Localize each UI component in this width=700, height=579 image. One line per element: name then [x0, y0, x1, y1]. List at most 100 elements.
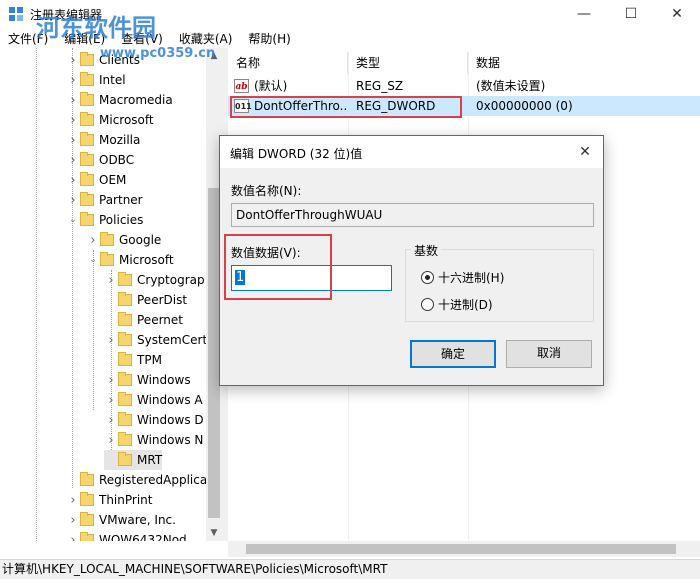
chevron-right-icon[interactable]: ›: [104, 373, 118, 388]
chevron-right-icon[interactable]: ›: [66, 73, 80, 88]
chevron-right-icon[interactable]: ›: [66, 93, 80, 108]
tree-item[interactable]: MRT: [104, 450, 163, 470]
ok-button[interactable]: 确定: [410, 340, 496, 368]
folder-icon: [80, 472, 94, 486]
tree-item[interactable]: PeerDist: [104, 290, 187, 310]
list-scroll-thumb[interactable]: [246, 544, 676, 554]
tree-item[interactable]: › Macromedia: [66, 90, 173, 110]
chevron-right-icon[interactable]: ›: [104, 413, 118, 428]
folder-icon: [118, 392, 132, 406]
chevron-down-icon[interactable]: ⌄: [86, 255, 100, 265]
tree-item-label: WOW6432Nod: [99, 533, 187, 541]
tree-item-label: OEM: [99, 173, 127, 187]
chevron-down-icon[interactable]: ⌄: [66, 215, 80, 225]
tree-guide-line: [93, 250, 94, 410]
chevron-right-icon[interactable]: ›: [86, 233, 100, 248]
chevron-right-icon[interactable]: ›: [66, 173, 80, 188]
string-value-icon: ab: [234, 79, 249, 93]
folder-icon: [80, 192, 94, 206]
registry-tree[interactable]: › Clients › Intel › Macromedia › Microsoft › Mozi…: [0, 48, 222, 541]
tree-item-label: PeerDist: [137, 293, 188, 307]
tree-item[interactable]: › Google: [86, 230, 161, 250]
tree-item[interactable]: › Windows A: [104, 390, 203, 410]
folder-icon: [118, 312, 132, 326]
tree-item-label: ODBC: [99, 153, 135, 167]
minimize-icon: —: [577, 6, 591, 22]
tree-item-label: Partner: [99, 193, 143, 207]
folder-icon: [80, 72, 94, 86]
tree-item-label: ThinPrint: [99, 493, 153, 507]
tree-item[interactable]: TPM: [104, 350, 162, 370]
tree-item[interactable]: › Cryptograp: [104, 270, 205, 290]
folder-icon: [118, 372, 132, 386]
tree-item[interactable]: ⌄ Policies: [66, 210, 143, 230]
tree-item[interactable]: › ODBC: [66, 150, 134, 170]
maximize-icon: ☐: [624, 6, 638, 22]
tree-item-label: Policies: [99, 213, 144, 227]
chevron-right-icon[interactable]: ›: [104, 333, 118, 348]
maximize-button[interactable]: ☐: [608, 0, 654, 28]
tree-item[interactable]: › WOW6432Nod: [66, 530, 187, 541]
tree-item[interactable]: Peernet: [104, 310, 183, 330]
column-header-name[interactable]: 名称: [228, 52, 348, 74]
tree-item[interactable]: RegisteredApplica: [66, 470, 207, 490]
dialog-close-icon[interactable]: ✕: [575, 142, 595, 162]
tree-item[interactable]: › Partner: [66, 190, 143, 210]
column-header-data[interactable]: 数据: [468, 52, 700, 74]
radio-hex[interactable]: 十六进制(H): [421, 269, 504, 286]
chevron-right-icon[interactable]: ›: [66, 133, 80, 148]
chevron-right-icon[interactable]: ›: [66, 513, 80, 528]
chevron-right-icon[interactable]: ›: [66, 193, 80, 208]
folder-icon: [80, 92, 94, 106]
tree-item[interactable]: › Mozilla: [66, 130, 140, 150]
radio-decimal-label: 十进制(D): [438, 298, 493, 312]
folder-icon: [118, 412, 132, 426]
value-row-default[interactable]: ab (默认) REG_SZ (数值未设置): [228, 76, 700, 96]
folder-icon: [118, 452, 132, 466]
folder-icon: [118, 292, 132, 306]
chevron-right-icon[interactable]: ›: [66, 113, 80, 128]
tree-item-label: Microsoft: [99, 113, 154, 127]
tree-item-label: RegisteredApplica: [99, 473, 208, 487]
close-button[interactable]: ✕: [654, 0, 700, 28]
list-horizontal-scrollbar[interactable]: [228, 541, 700, 557]
radio-decimal[interactable]: 十进制(D): [421, 296, 493, 313]
folder-icon: [118, 332, 132, 346]
tree-item[interactable]: › Intel: [66, 70, 126, 90]
menu-help[interactable]: 帮助(H): [240, 28, 298, 48]
tree-item[interactable]: › Windows N: [104, 430, 203, 450]
tree-item[interactable]: › Windows D: [104, 410, 204, 430]
value-name-field: DontOfferThroughWUAU: [231, 203, 594, 227]
tree-item[interactable]: › ThinPrint: [66, 490, 152, 510]
column-header-type[interactable]: 类型: [348, 52, 468, 74]
chevron-right-icon[interactable]: ›: [66, 153, 80, 168]
tree-item[interactable]: › Windows: [104, 370, 191, 390]
tree-item-label: TPM: [137, 353, 162, 367]
scroll-down-icon[interactable]: ▼: [206, 525, 222, 541]
chevron-right-icon[interactable]: ›: [104, 273, 118, 288]
chevron-right-icon[interactable]: ›: [104, 433, 118, 448]
folder-icon: [80, 52, 94, 66]
tree-item[interactable]: › Microsoft: [66, 110, 154, 130]
folder-icon: [118, 272, 132, 286]
menu-favorites[interactable]: 收藏夹(A): [171, 28, 241, 48]
folder-icon: [80, 512, 94, 526]
tree-item[interactable]: ⌄ Microsoft: [86, 250, 174, 270]
tree-item-label: Intel: [99, 73, 126, 87]
folder-icon: [80, 492, 94, 506]
folder-icon: [118, 352, 132, 366]
chevron-right-icon[interactable]: ›: [66, 493, 80, 508]
tree-item[interactable]: › SystemCert: [104, 330, 207, 350]
tree-item[interactable]: › OEM: [66, 170, 126, 190]
tree-item[interactable]: › VMware, Inc.: [66, 510, 176, 530]
folder-icon: [80, 172, 94, 186]
cancel-button[interactable]: 取消: [506, 340, 592, 368]
folder-icon: [80, 112, 94, 126]
dialog-title-bar: 编辑 DWORD (32 位)值 ✕: [220, 136, 603, 168]
chevron-right-icon[interactable]: ›: [66, 533, 80, 542]
tree-item-label: Cryptograp: [137, 273, 205, 287]
chevron-right-icon[interactable]: ›: [66, 53, 80, 68]
chevron-right-icon[interactable]: ›: [104, 393, 118, 408]
minimize-button[interactable]: —: [561, 0, 607, 28]
tree-item-label: SystemCert: [137, 333, 208, 347]
